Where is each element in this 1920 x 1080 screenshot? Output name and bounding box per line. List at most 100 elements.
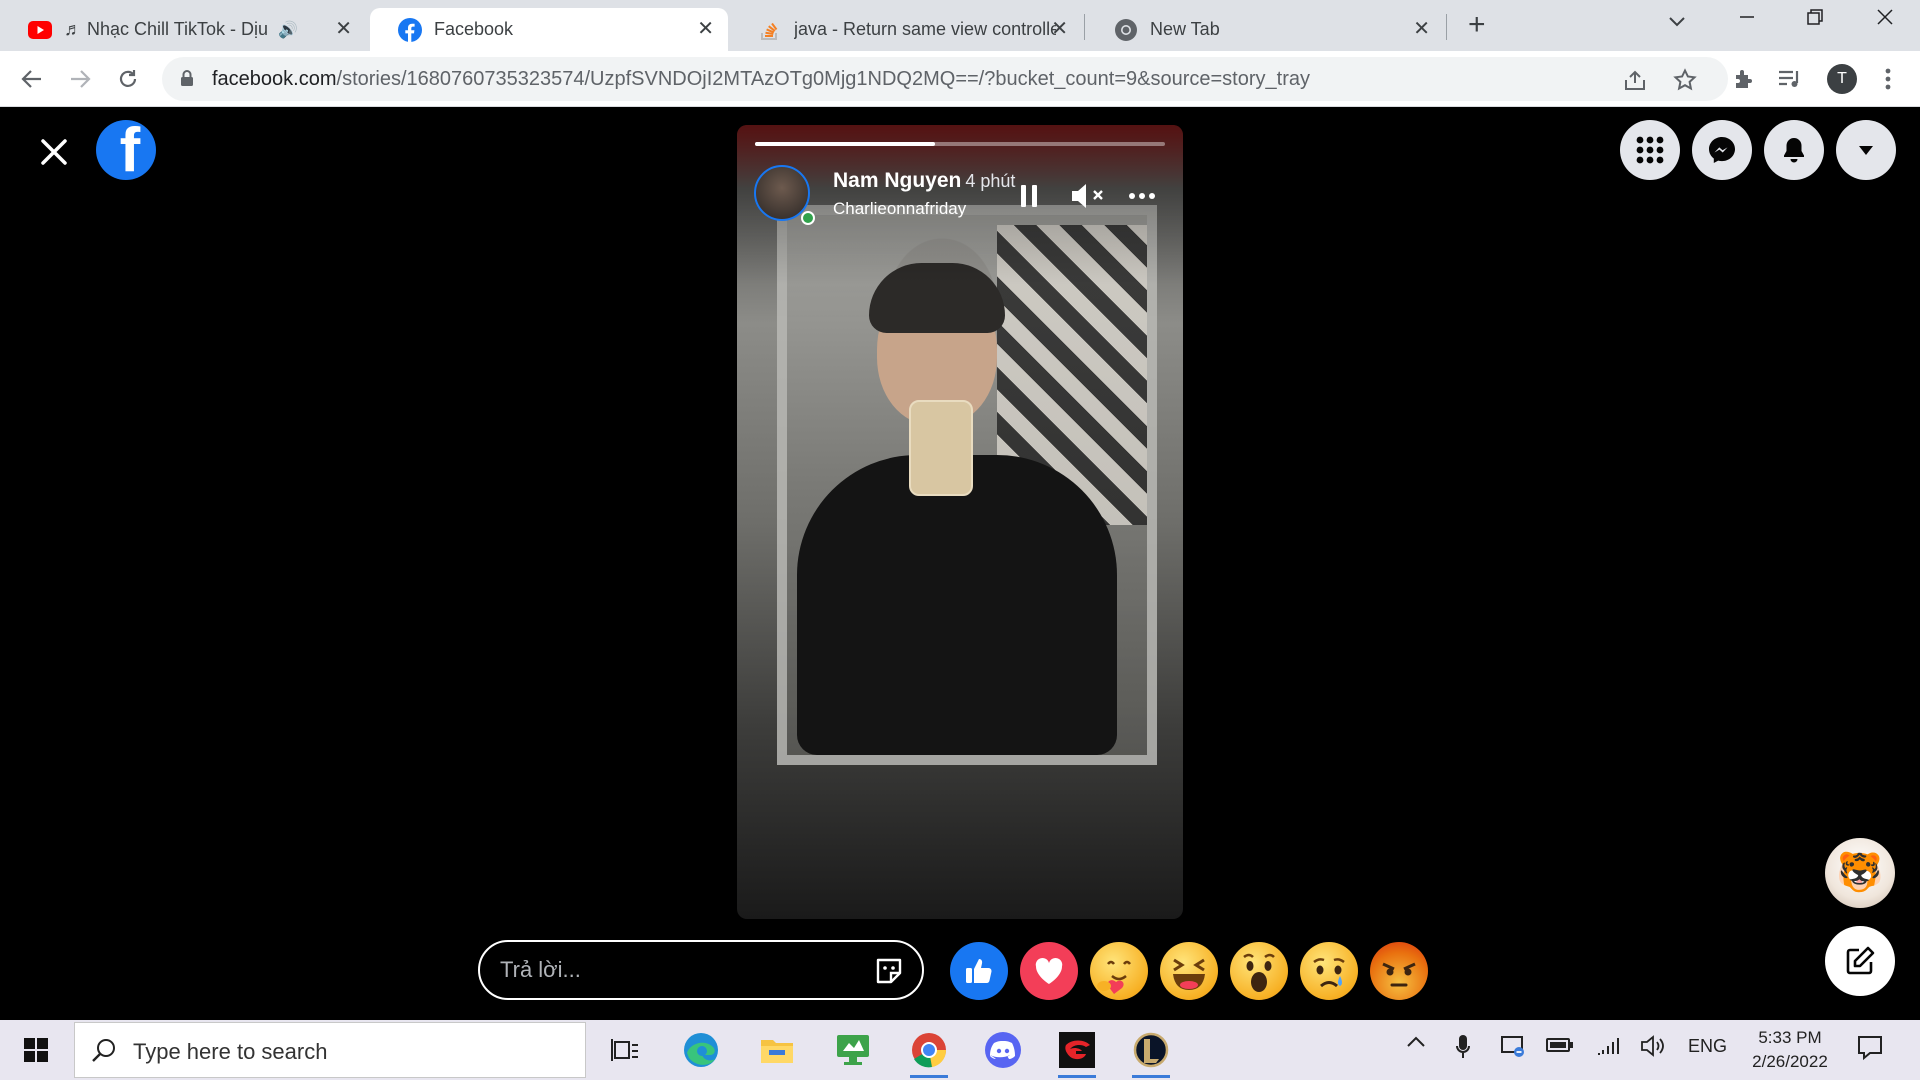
- author-name-text: Nam Nguyen: [833, 169, 962, 192]
- windows-start-icon[interactable]: [0, 1020, 72, 1080]
- search-placeholder: Type here to search: [133, 1039, 328, 1064]
- chrome-menu-icon[interactable]: [1874, 65, 1902, 93]
- new-tab-plus-icon[interactable]: +: [1468, 8, 1486, 42]
- green-monitor-app-icon[interactable]: [828, 1026, 878, 1074]
- story-card[interactable]: Nam Nguyen 4 phút Charlieonnafriday: [737, 125, 1183, 919]
- tab-youtube[interactable]: ♬ Nhạc Chill TikTok - Dịu Dà 🔊 ✕: [0, 8, 366, 51]
- tab-title: Facebook: [434, 19, 514, 39]
- facebook-logo[interactable]: f: [96, 120, 156, 180]
- garena-icon[interactable]: [1052, 1026, 1102, 1078]
- sticker-icon[interactable]: [874, 956, 904, 986]
- like-reaction[interactable]: [950, 942, 1008, 1000]
- window-close-icon[interactable]: [1876, 8, 1894, 32]
- profile-avatar[interactable]: T: [1827, 64, 1857, 94]
- clock-date: 2/26/2022: [1752, 1052, 1828, 1071]
- thumbs-up-icon: [966, 959, 992, 984]
- url-text[interactable]: facebook.com/stories/1680760735323574/Uz…: [212, 68, 1310, 91]
- tab-title: New Tab: [1150, 19, 1220, 39]
- story-author-name[interactable]: Nam Nguyen 4 phút: [833, 169, 1015, 193]
- system-clock[interactable]: 5:33 PM 2/26/2022: [1734, 1026, 1846, 1074]
- heart-icon: [1035, 958, 1063, 984]
- file-explorer-icon[interactable]: [752, 1026, 802, 1074]
- screen-sync-icon[interactable]: [1500, 1034, 1526, 1058]
- menu-grid-icon[interactable]: [1620, 120, 1680, 180]
- messenger-icon[interactable]: [1692, 120, 1752, 180]
- angry-reaction[interactable]: [1370, 942, 1428, 1000]
- account-dropdown-icon[interactable]: [1836, 120, 1896, 180]
- lock-icon[interactable]: [180, 69, 194, 92]
- love-reaction[interactable]: [1020, 942, 1078, 1000]
- volume-icon[interactable]: [1640, 1034, 1666, 1058]
- care-emoji-icon: [1097, 960, 1131, 994]
- reply-box: [478, 940, 924, 1000]
- tab-title: ♬ Nhạc Chill TikTok - Dịu Dà: [64, 19, 270, 39]
- taskbar-search-box[interactable]: Type here to search: [74, 1022, 586, 1078]
- close-tab-icon[interactable]: ✕: [1413, 19, 1430, 39]
- close-tab-icon[interactable]: ✕: [697, 19, 714, 39]
- youtube-icon: [28, 18, 52, 42]
- online-status-dot: [801, 211, 815, 225]
- tab-stackoverflow[interactable]: java - Return same view controlle ✕: [730, 8, 1082, 51]
- tab-search-chevron-icon[interactable]: [1668, 10, 1686, 33]
- mute-icon[interactable]: [1069, 181, 1109, 211]
- reload-icon[interactable]: [112, 63, 144, 95]
- wow-emoji-icon: [1243, 953, 1275, 992]
- haha-emoji-icon: [1173, 958, 1205, 990]
- reply-input[interactable]: [500, 954, 860, 986]
- restore-icon[interactable]: [1806, 8, 1824, 32]
- discord-icon[interactable]: [978, 1026, 1028, 1074]
- story-viewer: f Nam Nguyen 4 phút Charlieonnafriday Tr…: [0, 108, 1920, 1020]
- forward-arrow-icon[interactable]: [64, 63, 96, 95]
- tab-facebook[interactable]: Facebook ✕: [370, 8, 728, 51]
- edge-icon[interactable]: [676, 1026, 726, 1074]
- notifications-bell-icon[interactable]: [1764, 120, 1824, 180]
- media-control-icon[interactable]: [1776, 65, 1804, 93]
- clock-time: 5:33 PM: [1758, 1028, 1822, 1047]
- tab-title: java - Return same view controlle: [794, 19, 1056, 39]
- battery-icon[interactable]: [1546, 1036, 1574, 1054]
- stackoverflow-icon: [758, 18, 782, 42]
- create-story-button[interactable]: [1825, 926, 1895, 996]
- speaker-icon[interactable]: 🔊: [278, 20, 298, 40]
- share-icon[interactable]: [1622, 67, 1648, 93]
- haha-reaction[interactable]: [1160, 942, 1218, 1000]
- wifi-icon[interactable]: [1596, 1034, 1622, 1056]
- story-photo-phone: [909, 400, 973, 496]
- chrome-taskbar-icon[interactable]: [904, 1026, 954, 1078]
- pause-icon[interactable]: [1014, 181, 1044, 211]
- story-photo-jacket: [797, 455, 1117, 755]
- address-bar[interactable]: facebook.com/stories/1680760735323574/Uz…: [162, 57, 1728, 101]
- url-path: /stories/1680760735323574/UzpfSVNDOjI2MT…: [336, 68, 1310, 90]
- story-progress-bar: [755, 142, 1165, 146]
- close-tab-icon[interactable]: ✕: [335, 19, 352, 39]
- story-timestamp: 4 phút: [965, 171, 1016, 191]
- task-view-icon[interactable]: [600, 1026, 650, 1074]
- windows-taskbar: Type here to search ENG 5:33 PM 2/26/202…: [0, 1020, 1920, 1080]
- league-of-legends-icon[interactable]: [1126, 1026, 1176, 1078]
- more-options-icon[interactable]: [1127, 181, 1157, 211]
- input-language[interactable]: ENG: [1688, 1036, 1727, 1057]
- close-tab-icon[interactable]: ✕: [1051, 19, 1068, 39]
- browser-tab-strip: ♬ Nhạc Chill TikTok - Dịu Dà 🔊 ✕ Faceboo…: [0, 0, 1920, 51]
- minimize-icon[interactable]: [1738, 8, 1756, 32]
- url-host: facebook.com: [212, 68, 337, 90]
- facebook-icon: [398, 17, 422, 42]
- tiger-sticker-avatar[interactable]: 🐯: [1825, 838, 1895, 908]
- back-arrow-icon[interactable]: [16, 63, 48, 95]
- edit-compose-icon: [1846, 946, 1875, 975]
- extensions-puzzle-icon[interactable]: [1730, 65, 1758, 93]
- sad-emoji-icon: [1313, 958, 1345, 988]
- close-story-icon[interactable]: [38, 136, 70, 168]
- bookmark-star-icon[interactable]: [1672, 67, 1698, 93]
- show-hidden-icons-chevron[interactable]: [1406, 1036, 1426, 1048]
- action-center-icon[interactable]: [1856, 1034, 1884, 1067]
- chrome-icon: [1114, 18, 1138, 42]
- microphone-icon[interactable]: [1456, 1034, 1470, 1060]
- search-icon: [91, 1037, 117, 1068]
- wow-reaction[interactable]: [1230, 942, 1288, 1000]
- story-music-title[interactable]: Charlieonnafriday: [833, 199, 966, 219]
- angry-emoji-icon: [1382, 962, 1416, 987]
- care-reaction[interactable]: [1090, 942, 1148, 1000]
- tab-new-tab[interactable]: New Tab ✕: [1086, 8, 1444, 51]
- sad-reaction[interactable]: [1300, 942, 1358, 1000]
